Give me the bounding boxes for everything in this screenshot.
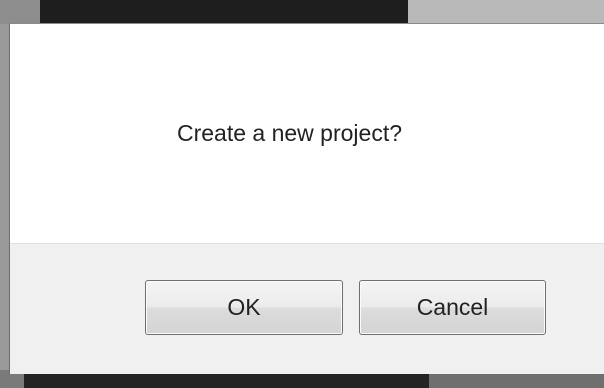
ok-button[interactable]: OK: [145, 280, 343, 335]
background-app-top-dark: [40, 0, 408, 24]
background-app-top-light: [408, 0, 604, 24]
cancel-button[interactable]: Cancel: [359, 280, 546, 335]
confirm-dialog: Create a new project? OK Cancel: [9, 23, 604, 374]
dialog-message: Create a new project?: [176, 120, 402, 146]
dialog-footer: OK Cancel: [10, 243, 604, 374]
background-app-top-left: [0, 0, 40, 24]
dialog-body: Create a new project?: [10, 24, 604, 243]
